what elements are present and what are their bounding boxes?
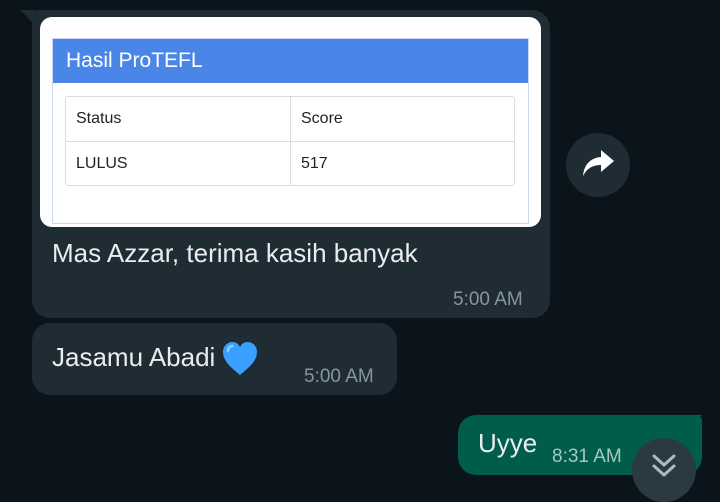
message-text: Mas Azzar, terima kasih banyak	[52, 238, 418, 268]
forward-button[interactable]	[566, 133, 630, 197]
incoming-message-image[interactable]: Hasil ProTEFL Status Score LULUS 517 Mas…	[32, 10, 550, 318]
panel-title: Hasil ProTEFL	[53, 39, 528, 83]
message-time: 5:00 AM	[453, 289, 523, 310]
forward-arrow-icon	[581, 148, 615, 183]
table-header-score: Score	[301, 110, 343, 127]
image-attachment[interactable]: Hasil ProTEFL Status Score LULUS 517	[40, 17, 541, 227]
result-table: Status Score LULUS 517	[65, 96, 515, 186]
message-text: Uyye	[478, 428, 538, 458]
scroll-to-bottom-button[interactable]	[632, 438, 696, 502]
table-header-row: Status Score	[66, 97, 514, 142]
table-cell-score: 517	[301, 155, 328, 172]
table-cell-status: LULUS	[66, 142, 291, 186]
double-chevron-down-icon	[650, 454, 678, 502]
blue-heart-icon	[221, 341, 259, 377]
proteFL-result-panel: Hasil ProTEFL Status Score LULUS 517	[52, 38, 529, 224]
message-time: 5:00 AM	[304, 366, 374, 387]
message-text: Jasamu Abadi	[52, 341, 216, 372]
table-row: LULUS 517	[66, 142, 514, 186]
incoming-message[interactable]: Jasamu Abadi 5:00 AM	[32, 323, 397, 395]
message-time: 8:31 AM	[552, 446, 622, 467]
message-text-row: Jasamu Abadi	[52, 341, 259, 377]
table-header-status: Status	[66, 97, 291, 141]
